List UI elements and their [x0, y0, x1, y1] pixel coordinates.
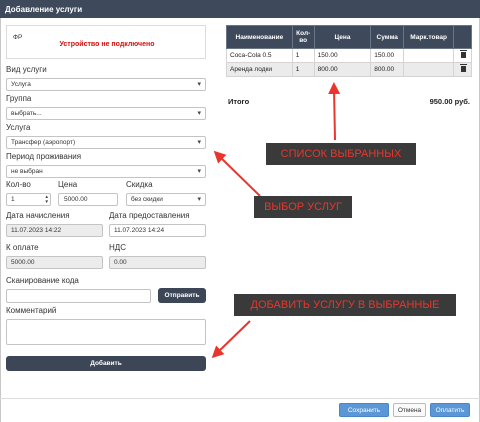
footer-divider	[0, 398, 480, 399]
note-selected-list: СПИСОК ВЫБРАННЫХ	[266, 143, 416, 165]
add-button[interactable]: Добавить	[6, 356, 206, 371]
stay-period-value: не выбран	[11, 168, 43, 175]
table-row[interactable]: Coca-Cola 0.5 1 150.00 150.00	[226, 48, 472, 63]
group-value: выбрать...	[11, 110, 42, 117]
pay-button[interactable]: Оплатить	[430, 403, 470, 417]
service-label: Услуга	[6, 123, 31, 132]
vat-field: 0.00	[109, 256, 206, 269]
col-sum-header: Сумма	[370, 25, 405, 49]
discount-select[interactable]: без скидки ▾	[126, 193, 206, 206]
group-select[interactable]: выбрать... ▾	[6, 107, 206, 120]
provide-date-input[interactable]: 11.07.2023 14:24	[109, 224, 206, 237]
service-type-value: Услуга	[11, 81, 31, 88]
total-value: 950.00 руб.	[429, 97, 470, 106]
selected-items-table: Наименование Кол-во Цена Сумма Марк.това…	[226, 25, 472, 77]
stay-period-select[interactable]: не выбран ▾	[6, 165, 206, 178]
to-pay-label: К оплате	[6, 243, 39, 252]
note-service-choice: ВЫБОР УСЛУГ	[254, 196, 352, 218]
table-header-row: Наименование Кол-во Цена Сумма Марк.това…	[226, 25, 472, 49]
chevron-down-icon: ▾	[197, 139, 201, 146]
row-mark	[403, 48, 454, 63]
service-value: Трансфер (аэропорт)	[11, 139, 76, 146]
row-name: Аренда лодки	[226, 62, 293, 77]
vat-value: 0.00	[114, 259, 127, 266]
row-price: 150.00	[313, 48, 372, 63]
window-title: Добавление услуги	[0, 0, 480, 18]
to-pay-value: 5000.00	[11, 259, 35, 266]
qty-value: 1	[11, 196, 15, 203]
service-select[interactable]: Трансфер (аэропорт) ▾	[6, 136, 206, 149]
table-row[interactable]: Аренда лодки 1 800.00 800.00	[226, 62, 472, 77]
trash-icon[interactable]	[460, 63, 467, 72]
comment-textarea[interactable]	[6, 319, 206, 345]
provide-date-label: Дата предоставления	[109, 211, 190, 220]
provide-date-value: 11.07.2023 14:24	[114, 227, 165, 234]
discount-label: Скидка	[126, 180, 153, 189]
row-name: Coca-Cola 0.5	[226, 48, 293, 63]
row-delete[interactable]	[453, 62, 472, 77]
discount-value: без скидки	[131, 196, 163, 203]
service-type-label: Вид услуги	[6, 65, 47, 74]
total-label: Итого	[228, 97, 250, 106]
scan-label: Сканирование кода	[6, 276, 79, 285]
qty-stepper[interactable]: 1 ▲ ▼	[6, 193, 51, 206]
accrual-date-field: 11.07.2023 14:22	[6, 224, 103, 237]
price-input[interactable]: 5000.00	[58, 193, 118, 206]
col-name-header: Наименование	[226, 25, 293, 49]
chevron-down-icon: ▾	[197, 168, 201, 175]
device-status: Устройство не подключено	[59, 41, 155, 48]
col-mark-header: Марк.товар	[403, 25, 454, 49]
row-sum: 150.00	[370, 48, 405, 63]
price-value: 5000.00	[64, 196, 88, 203]
fiscal-label: ФР	[13, 34, 23, 41]
note-add-to-selected: ДОБАВИТЬ УСЛУГУ В ВЫБРАННЫЕ	[234, 294, 456, 316]
accrual-date-label: Дата начисления	[6, 211, 70, 220]
group-label: Группа	[6, 94, 32, 103]
qty-label: Кол-во	[6, 180, 31, 189]
row-qty: 1	[291, 62, 315, 77]
row-price: 800.00	[313, 62, 372, 77]
service-type-select[interactable]: Услуга ▾	[6, 78, 206, 91]
vat-label: НДС	[109, 243, 126, 252]
price-label: Цена	[58, 180, 78, 189]
trash-icon[interactable]	[460, 49, 467, 58]
stepper-arrows-icon[interactable]: ▲ ▼	[45, 194, 49, 204]
col-actions-header	[453, 25, 472, 49]
col-price-header: Цена	[313, 25, 372, 49]
fiscal-device-panel: ФР Устройство не подключено	[6, 25, 206, 59]
stay-period-label: Период проживания	[6, 152, 82, 161]
col-qty-header: Кол-во	[291, 25, 315, 49]
chevron-down-icon: ▾	[197, 110, 201, 117]
chevron-down-icon: ▾	[197, 196, 201, 203]
row-mark	[403, 62, 454, 77]
accrual-date-value: 11.07.2023 14:22	[11, 227, 62, 234]
comment-label: Комментарий	[6, 306, 57, 315]
row-sum: 800.00	[370, 62, 405, 77]
to-pay-field: 5000.00	[6, 256, 103, 269]
chevron-down-icon: ▾	[197, 81, 201, 88]
save-button[interactable]: Сохранить	[339, 403, 389, 417]
cancel-button[interactable]: Отмена	[393, 403, 426, 417]
row-delete[interactable]	[453, 48, 472, 63]
send-button[interactable]: Отправить	[158, 288, 206, 303]
scan-code-input[interactable]	[6, 289, 151, 303]
row-qty: 1	[291, 48, 315, 63]
